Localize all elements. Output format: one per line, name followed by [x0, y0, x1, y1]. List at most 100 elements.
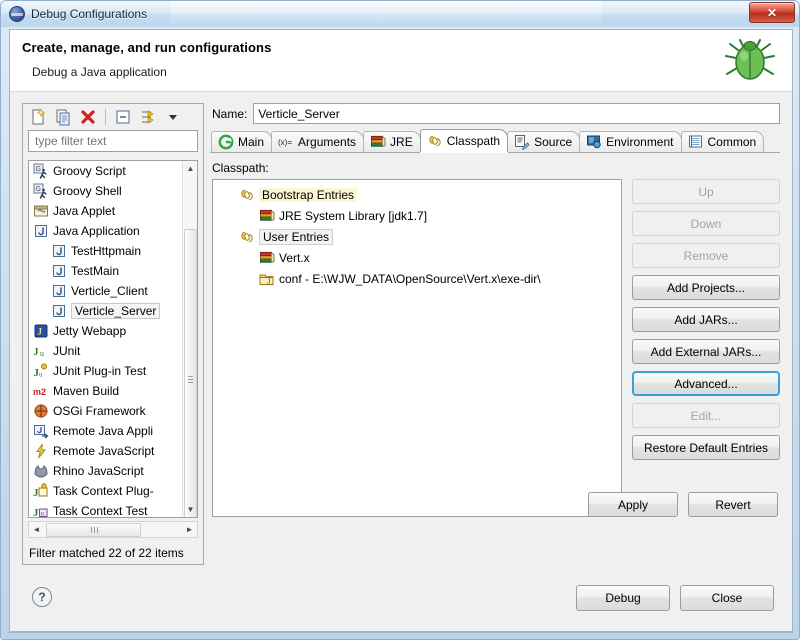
tree-item-verticle-server[interactable]: Verticle_Server [29, 301, 182, 321]
svg-text:G: G [36, 186, 41, 193]
filter-input-wrapper[interactable] [28, 130, 198, 152]
environment-tab-icon [586, 134, 602, 150]
tab-label: Common [707, 135, 757, 149]
name-input[interactable]: Verticle_Server [253, 103, 780, 124]
tree-item-java-applet[interactable]: Java Applet [29, 201, 182, 221]
tree-item-junit[interactable]: Ju JUnit [29, 341, 182, 361]
search-input[interactable] [33, 133, 193, 149]
debug-button-label: Debug [605, 591, 641, 605]
tab-source[interactable]: Source [507, 131, 581, 152]
svg-text:m2: m2 [33, 387, 46, 397]
duplicate-configuration-icon[interactable] [52, 106, 74, 128]
tree-item-task-context-plug[interactable]: J Task Context Plug- [29, 481, 182, 501]
tree-item-testmain[interactable]: TestMain [29, 261, 182, 281]
classpath-row[interactable]: JRE System Library [jdk1.7] [213, 205, 621, 226]
scroll-down-icon[interactable]: ▼ [183, 502, 197, 517]
dialog-header: Create, manage, and run configurations D… [10, 30, 792, 92]
page-subtitle: Debug a Java application [32, 65, 167, 79]
add-jars-button[interactable]: Add JARs... [632, 307, 780, 332]
remote-javascript-icon [33, 443, 49, 459]
tab-main[interactable]: Main [211, 131, 273, 152]
java-launch-icon [51, 263, 67, 279]
tree-item-label: Task Context Test [53, 504, 148, 517]
green-bug-icon [722, 38, 778, 88]
tree-item-junit-plug-in-test[interactable]: Ju JUnit Plug-in Test [29, 361, 182, 381]
junit-plugin-icon: Ju [33, 363, 49, 379]
classpath-row[interactable]: Vert.x [213, 247, 621, 268]
svg-text:J: J [33, 487, 39, 499]
tree-item-rhino-javascript[interactable]: Rhino JavaScript [29, 461, 182, 481]
chevron-down-icon[interactable] [162, 106, 184, 128]
apply-revert-row: Apply Revert [588, 492, 778, 517]
configurations-tree[interactable]: G Groovy Script G Groovy Shell Java Applet Ja… [28, 160, 198, 518]
tree-item-remote-java-appli[interactable]: Remote Java Appli [29, 421, 182, 441]
add-external-jars-button[interactable]: Add External JARs... [632, 339, 780, 364]
tree-item-remote-javascript[interactable]: Remote JavaScript [29, 441, 182, 461]
tree-item-label: Remote Java Appli [53, 424, 154, 438]
collapse-all-icon[interactable] [112, 106, 134, 128]
delete-configuration-icon[interactable] [77, 106, 99, 128]
close-window-button[interactable]: ✕ [749, 2, 795, 23]
tree-item-label: Verticle_Server [71, 303, 161, 319]
svg-text:u: u [40, 349, 44, 358]
restore-default-entries-button[interactable]: Restore Default Entries [632, 435, 780, 460]
apply-button[interactable]: Apply [588, 492, 678, 517]
vertical-scroll-thumb[interactable] [184, 229, 197, 517]
classpath-row[interactable]: User Entries [213, 226, 621, 247]
toolbar-separator [105, 109, 106, 125]
classpath-row-label: conf - E:\WJW_DATA\OpenSource\Vert.x\exe… [279, 271, 541, 286]
horizontal-scroll-thumb[interactable] [46, 522, 141, 537]
svg-text:u: u [41, 510, 45, 518]
scroll-up-icon[interactable]: ▲ [183, 161, 197, 176]
arguments-tab-icon: (x)= [278, 134, 294, 150]
tree-item-groovy-script[interactable]: G Groovy Script [29, 161, 182, 181]
rhino-icon [33, 463, 49, 479]
advanced-button[interactable]: Advanced... [632, 371, 780, 396]
tree-item-task-context-test[interactable]: Ju Task Context Test [29, 501, 182, 517]
svg-text:(x)=: (x)= [278, 138, 292, 147]
svg-text:G: G [36, 166, 41, 173]
filter-status-text: Filter matched 22 of 22 items [29, 546, 184, 560]
common-tab-icon [688, 134, 704, 150]
jetty-icon: J [33, 323, 49, 339]
source-tab-icon [514, 134, 530, 150]
tree-item-verticle-client[interactable]: Verticle_Client [29, 281, 182, 301]
tree-item-label: Maven Build [53, 384, 120, 398]
scroll-right-icon[interactable]: ► [182, 522, 197, 537]
classpath-tree[interactable]: Bootstrap Entries JRE System Library [jdk… [212, 179, 622, 517]
tree-item-maven-build[interactable]: m2 Maven Build [29, 381, 182, 401]
tree-horizontal-scrollbar[interactable]: ◄ ► [28, 521, 198, 538]
window-title: Debug Configurations [31, 7, 148, 21]
help-question-icon[interactable]: ? [32, 587, 52, 607]
tree-item-groovy-shell[interactable]: G Groovy Shell [29, 181, 182, 201]
tab-common[interactable]: Common [680, 131, 765, 152]
name-label: Name: [212, 106, 248, 121]
debug-button[interactable]: Debug [576, 585, 670, 611]
new-launch-configuration-icon[interactable] [27, 106, 49, 128]
tree-item-osgi-framework[interactable]: OSGi Framework [29, 401, 182, 421]
tab-jre[interactable]: JRE [363, 131, 421, 152]
svg-text:J: J [34, 347, 39, 358]
button-label: Remove [683, 248, 729, 263]
tab-label: Classpath [446, 134, 501, 148]
add-projects-button[interactable]: Add Projects... [632, 275, 780, 300]
tab-classpath[interactable]: Classpath [419, 129, 509, 152]
configurations-panel: G Groovy Script G Groovy Shell Java Applet Ja… [22, 103, 204, 565]
revert-button[interactable]: Revert [688, 492, 778, 517]
filter-icon[interactable] [137, 106, 159, 128]
tab-arguments[interactable]: (x)= Arguments [271, 131, 365, 152]
tree-item-java-application[interactable]: Java Application [29, 221, 182, 241]
classpath-group-icon [239, 187, 255, 203]
tab-environment[interactable]: Environment [579, 131, 682, 152]
tree-item-label: Java Application [53, 224, 140, 238]
tree-vertical-scrollbar[interactable]: ▲ ▼ [182, 161, 197, 517]
tree-item-jetty-webapp[interactable]: J Jetty Webapp [29, 321, 182, 341]
classpath-row[interactable]: Jconf - E:\WJW_DATA\OpenSource\Vert.x\ex… [213, 268, 621, 289]
classpath-row[interactable]: Bootstrap Entries [213, 184, 621, 205]
tree-item-testhttpmain[interactable]: TestHttpmain [29, 241, 182, 261]
scroll-left-icon[interactable]: ◄ [29, 522, 44, 537]
classpath-row-label: JRE System Library [jdk1.7] [279, 208, 428, 223]
close-button[interactable]: Close [680, 585, 774, 611]
main-tab-icon [218, 134, 234, 150]
tree-item-label: Groovy Script [53, 164, 126, 178]
